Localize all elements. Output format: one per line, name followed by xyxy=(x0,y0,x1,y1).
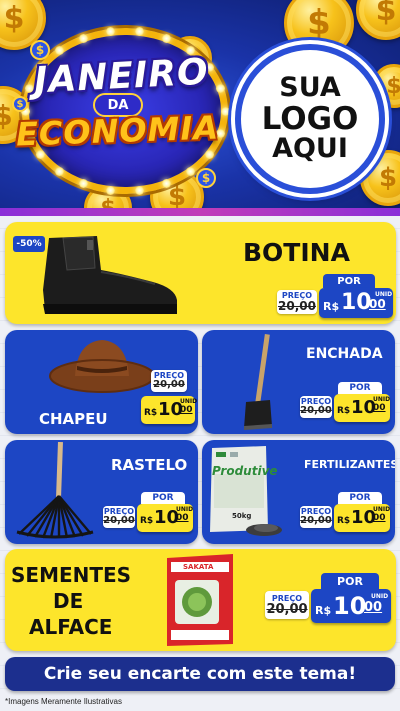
product-name-line2: DE xyxy=(53,589,84,613)
header-banner: $ $ $ $ $ $ $ $ $ $ $ $ JANEIRO DA ECONO… xyxy=(0,0,400,212)
new-price: R$ 10 00 UNID xyxy=(137,504,193,532)
old-price: PREÇO 20,00 xyxy=(300,396,332,418)
price-cents: 00 xyxy=(373,403,386,413)
por-label: POR xyxy=(321,573,379,589)
product-name-line1: SEMENTES xyxy=(11,563,132,587)
header-divider xyxy=(0,208,400,216)
price-cents: 00 xyxy=(373,513,386,523)
unit-label: UNID xyxy=(375,291,393,298)
price-tag: POR PREÇO 20,00 R$ 10 00 UNID xyxy=(298,382,394,426)
product-card-botina[interactable]: -50% BOTINA POR PREÇO 20,00 R$ 10 00 UNI… xyxy=(5,222,396,324)
hoe-icon xyxy=(244,334,272,430)
old-price-value: 20,00 xyxy=(153,379,185,390)
unit-label: UNID xyxy=(373,506,391,513)
new-price: R$ 10 00 UNID xyxy=(141,396,198,424)
bag-weight-text: 50kg xyxy=(232,512,252,520)
price-integer: 10 xyxy=(341,290,372,315)
product-card-enchada[interactable]: ENCHADA POR PREÇO 20,00 R$ 10 00 UNID xyxy=(202,330,395,434)
stage-bulb xyxy=(55,166,64,176)
old-price: PREÇO 20,00 xyxy=(300,506,332,528)
stage-bulb xyxy=(162,33,172,43)
price-cents: 00 xyxy=(176,513,189,523)
currency-symbol: R$ xyxy=(315,604,332,617)
price-tag: POR PREÇO 20,00 R$ 10 00 UNID xyxy=(263,573,393,625)
product-name: CHAPEU xyxy=(39,410,108,428)
price-tag: POR PREÇO 20,00 R$ 10 00 UNID xyxy=(275,274,393,318)
unit-label: UNID xyxy=(180,398,198,405)
logo-placeholder[interactable]: SUA LOGO AQUI xyxy=(235,44,385,194)
currency-symbol: R$ xyxy=(140,516,154,526)
old-price-value: 20,00 xyxy=(300,515,332,526)
old-price-value: 20,00 xyxy=(278,299,316,313)
old-price-value: 20,00 xyxy=(300,405,332,416)
stage-bulb xyxy=(220,106,230,116)
new-price: R$ 10 00 UNID xyxy=(319,288,393,318)
dollar-badge-icon: $ xyxy=(12,96,28,112)
stage-bulb xyxy=(55,46,64,56)
currency-symbol: R$ xyxy=(337,516,351,526)
old-price-value: 20,00 xyxy=(266,601,308,617)
boot-icon xyxy=(43,236,177,314)
unit-label: UNID xyxy=(176,506,194,513)
currency-symbol: R$ xyxy=(144,408,158,418)
price-integer: 10 xyxy=(333,592,367,620)
por-label: POR xyxy=(338,492,382,504)
product-name-line3: ALFACE xyxy=(29,615,113,639)
stage-bulb xyxy=(24,83,34,93)
logo-text-line1: SUA xyxy=(279,72,341,104)
stage-bulb xyxy=(134,185,144,195)
currency-symbol: R$ xyxy=(337,406,351,416)
old-price: PREÇO 20,00 xyxy=(277,290,317,314)
price-tag: POR PREÇO 20,00 R$ 10 00 UNID xyxy=(101,492,197,536)
dollar-badge-icon: $ xyxy=(196,168,216,188)
stage-bulb xyxy=(134,27,144,37)
packet-brand-text: SAKATA xyxy=(183,563,214,571)
product-name: ENCHADA xyxy=(306,346,383,362)
product-name: FERTILIZANTES xyxy=(304,458,395,471)
price-cents: 00 xyxy=(180,405,193,415)
flyer-page: $ $ $ $ $ $ $ $ $ $ $ $ JANEIRO DA ECONO… xyxy=(0,0,400,711)
por-label: POR xyxy=(323,274,375,288)
stage-bulb xyxy=(204,149,214,159)
coin-icon: $ xyxy=(356,0,400,40)
currency-symbol: R$ xyxy=(323,300,340,313)
logo-text-line3: AQUI xyxy=(272,133,348,165)
new-price: R$ 10 00 UNID xyxy=(334,504,390,532)
rake-icon xyxy=(16,442,94,539)
por-label: POR xyxy=(338,382,382,394)
product-name: BOTINA xyxy=(243,238,350,267)
new-price: R$ 10 00 UNID xyxy=(311,589,391,623)
old-price-value: 20,00 xyxy=(103,515,135,526)
disclaimer-note: *Imagens Meramente Ilustrativas xyxy=(5,697,122,706)
price-tag: POR PREÇO 20,00 R$ 10 00 UNID xyxy=(298,492,394,536)
stage-bulb xyxy=(106,185,116,195)
price-cents: 00 xyxy=(369,297,386,311)
new-price: R$ 10 00 UNID xyxy=(334,394,390,422)
create-flyer-button[interactable]: Crie seu encarte com este tema! xyxy=(5,657,395,691)
product-card-sementes[interactable]: SEMENTES DE ALFACE SAKATA POR PREÇO 20,0… xyxy=(5,549,396,651)
unit-label: UNID xyxy=(371,593,389,600)
logo-text-line2: LOGO xyxy=(261,100,359,137)
dollar-badge-icon: $ xyxy=(30,40,50,60)
stage-bulb xyxy=(78,33,88,43)
price-cents: 00 xyxy=(364,600,383,615)
old-price: PREÇO 20,00 xyxy=(103,506,135,528)
por-label: POR xyxy=(141,492,185,504)
bag-brand-text: Produtive xyxy=(212,464,278,478)
unit-label: UNID xyxy=(373,396,391,403)
title-economia: ECONOMIA xyxy=(15,108,220,154)
price-tag: PREÇO 20,00 R$ 10 00 UNID xyxy=(125,370,197,428)
product-name: RASTELO xyxy=(111,456,188,474)
fertilizer-bag-icon xyxy=(210,446,282,536)
product-card-chapeu[interactable]: CHAPEU PREÇO 20,00 R$ 10 00 UNID xyxy=(5,330,198,434)
stage-bulb xyxy=(185,166,195,176)
product-card-fertilizantes[interactable]: Produtive 50kg FERTILIZANTES POR PREÇO 2… xyxy=(202,440,395,544)
old-price: PREÇO 20,00 xyxy=(151,370,187,392)
old-price: PREÇO 20,00 xyxy=(265,591,309,619)
product-card-rastelo[interactable]: RASTELO POR PREÇO 20,00 R$ 10 00 UNID xyxy=(5,440,198,544)
